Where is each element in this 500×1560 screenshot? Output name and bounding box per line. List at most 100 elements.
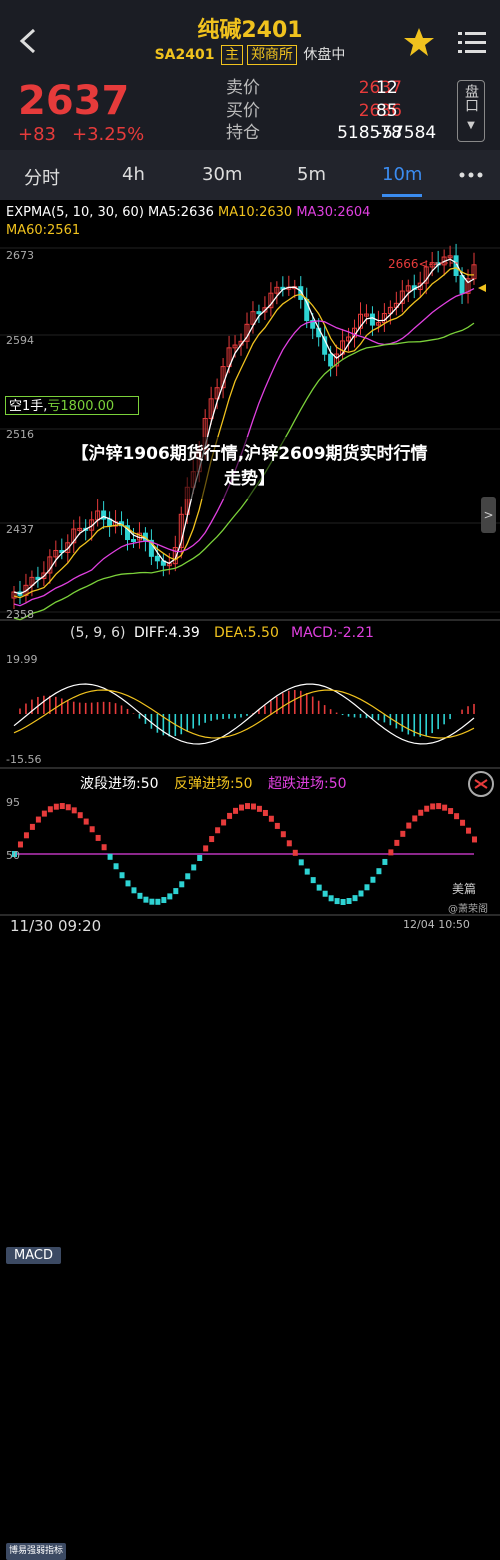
- buy-label: 买价: [226, 100, 260, 121]
- price-tick: 2437: [6, 523, 34, 536]
- bo-step: [71, 807, 77, 814]
- bo-step: [191, 864, 197, 871]
- tab-5m[interactable]: 5m: [297, 164, 326, 185]
- position-pnl: 亏1800.00: [47, 399, 115, 414]
- bo-step: [256, 805, 262, 812]
- macd-bottom-tick: -15.56: [6, 753, 42, 766]
- bo-step: [436, 803, 442, 810]
- position-side: 空1手,: [9, 399, 48, 414]
- bo-step: [131, 887, 137, 894]
- buy-volume: 85: [376, 100, 398, 121]
- bo-step: [376, 868, 382, 875]
- change-value: +83: [18, 124, 56, 145]
- bo-oversold: 超跌进场:50: [268, 776, 347, 792]
- bo-step: [274, 822, 280, 829]
- bo-step: [454, 813, 460, 820]
- bo-step: [442, 804, 448, 811]
- sell-volume: 12: [376, 78, 398, 98]
- candle-body: [328, 353, 334, 367]
- bo-step: [298, 859, 304, 866]
- open-interest-change: -57584: [376, 123, 437, 143]
- bo-step: [364, 884, 370, 891]
- bo-step: [394, 839, 400, 846]
- bo-step: [113, 863, 119, 870]
- ma10-label: MA10:2630: [218, 205, 293, 220]
- star-icon[interactable]: [403, 26, 435, 58]
- pankou-button[interactable]: 盘口 ▼: [457, 80, 485, 142]
- macd-diff: DIFF:4.39: [134, 625, 200, 641]
- bo-step: [400, 830, 406, 837]
- watermark-author: @萧荣阁: [448, 904, 488, 915]
- macd-button[interactable]: MACD: [6, 1247, 61, 1264]
- ma-legend: EXPMA(5, 10, 30, 60) MA5:2636 MA10:2630 …: [6, 205, 370, 220]
- bo-step: [227, 812, 233, 819]
- bo-step: [388, 849, 394, 856]
- refresh-icon[interactable]: [467, 770, 495, 798]
- bo-step: [340, 898, 346, 905]
- menu-icon[interactable]: [458, 30, 486, 56]
- tab-10m[interactable]: 10m: [382, 164, 422, 185]
- change-percent: +3.25%: [72, 124, 145, 145]
- bo-step: [262, 809, 268, 816]
- exchange-tag: 郑商所: [246, 45, 297, 65]
- bo-step: [101, 844, 107, 851]
- bo-header: 博易强弱指标 波段进场:50 反弹进场:50 超跌进场:50: [0, 770, 500, 1560]
- bo-step: [209, 836, 215, 843]
- quote-grid: 卖价 2637 12 买价 2636 85 持仓 518578 -57584: [226, 77, 456, 145]
- bo-top-tick: 95: [6, 796, 20, 809]
- bo-step: [460, 819, 466, 826]
- chart-area[interactable]: [0, 200, 500, 935]
- bo-step: [149, 898, 155, 905]
- last-price: 2637: [18, 78, 130, 124]
- candle-body: [369, 313, 375, 326]
- bo-step: [358, 890, 364, 897]
- bo-step: [280, 831, 286, 838]
- macd-top-tick: 19.99: [6, 653, 38, 666]
- macd-dea-line: [13, 689, 475, 739]
- more-icon[interactable]: [459, 172, 483, 178]
- bo-step: [155, 898, 161, 905]
- bo-step: [53, 803, 59, 810]
- bo-step: [17, 841, 23, 848]
- bo-step: [89, 826, 95, 833]
- bo-step: [65, 804, 71, 811]
- bo-step: [41, 810, 47, 817]
- bo-step: [233, 807, 239, 814]
- bo-step: [137, 892, 143, 899]
- macd-params: (5, 9, 6): [70, 625, 126, 641]
- side-expand-handle[interactable]: >: [481, 497, 496, 533]
- bo-step: [215, 827, 221, 834]
- bo-step: [286, 840, 292, 847]
- bo-step: [244, 803, 250, 810]
- position-badge[interactable]: 空1手,亏1800.00: [5, 396, 139, 415]
- tab-4h[interactable]: 4h: [122, 164, 145, 185]
- open-interest-label: 持仓: [226, 123, 260, 143]
- bo-step: [167, 893, 173, 900]
- high-marker: 2666<--: [388, 257, 438, 271]
- expma-label: EXPMA(5, 10, 30, 60): [6, 205, 144, 220]
- bo-mid-tick: 50: [6, 849, 20, 862]
- main-tag: 主: [220, 45, 243, 65]
- overlay-caption: 【沪锌1906期货行情,沪锌2609期货实时行情走势】: [66, 437, 433, 499]
- tab-timeshare[interactable]: 分时: [24, 164, 60, 190]
- bo-step: [382, 858, 388, 865]
- bo-step: [185, 873, 191, 880]
- price-tick: 2673: [6, 249, 34, 262]
- bo-step: [250, 803, 256, 810]
- macd-dea: DEA:5.50: [214, 625, 279, 641]
- contract-code: SA2401: [154, 47, 215, 63]
- candle-body: [459, 275, 465, 294]
- bo-step: [334, 898, 340, 905]
- sell-label: 卖价: [226, 78, 260, 98]
- bo-step: [352, 895, 358, 902]
- macd-header: MACD (5, 9, 6) DIFF:4.39 DEA:5.50 MACD:-…: [0, 622, 500, 1264]
- bo-step: [161, 897, 167, 904]
- bo-step: [412, 815, 418, 822]
- bo-step: [316, 884, 322, 891]
- period-tabs: 分时 4h 30m 5m 10m: [0, 150, 500, 200]
- bo-step: [418, 809, 424, 816]
- ma5-line: [13, 258, 475, 595]
- tab-30m[interactable]: 30m: [202, 164, 242, 185]
- candle-body: [256, 311, 262, 315]
- bo-indicator-button[interactable]: 博易强弱指标: [6, 1543, 66, 1560]
